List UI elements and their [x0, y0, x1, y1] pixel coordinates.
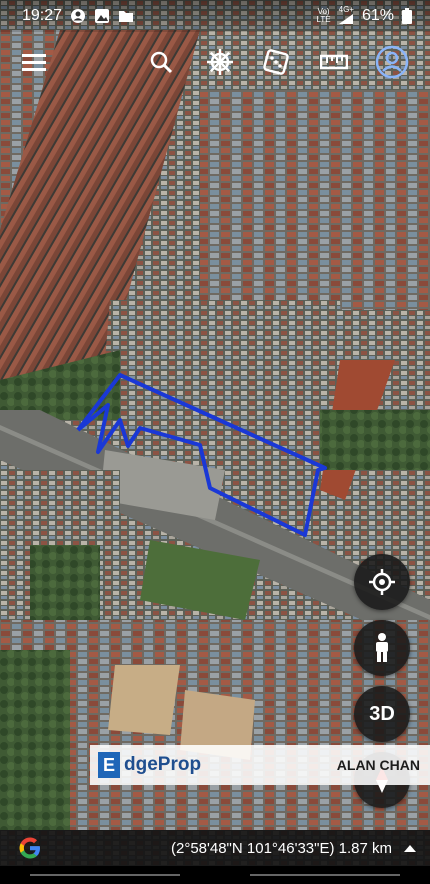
edgeprop-watermark: E dgeProp ALAN CHAN	[90, 745, 430, 785]
crosshair-icon	[369, 569, 395, 595]
view-3d-label: 3D	[369, 702, 395, 725]
account-icon[interactable]	[370, 40, 414, 84]
bottom-info-bar: (2°58'48"N 101°46'33"E) 1.87 km	[0, 830, 430, 866]
edgeprop-logo: E dgeProp	[98, 752, 201, 778]
top-toolbar	[0, 40, 430, 86]
google-logo	[19, 837, 40, 859]
status-time: 19:27	[22, 7, 63, 24]
ship-wheel-icon[interactable]	[198, 40, 242, 84]
folder-icon	[119, 11, 134, 22]
view-3d-button[interactable]: 3D	[354, 686, 410, 742]
my-location-button[interactable]	[354, 554, 410, 610]
pegman-icon	[376, 633, 388, 662]
dice-icon[interactable]	[254, 40, 298, 84]
expand-caret-icon[interactable]	[404, 844, 416, 852]
status-bar: 19:27 Vo) LTE 4G+ 61%	[0, 0, 430, 32]
gallery-icon	[95, 9, 110, 23]
coordinates-readout[interactable]: (2°58'48"N 101°46'33"E) 1.87 km	[171, 840, 392, 857]
network-indicator: 4G+	[339, 6, 354, 26]
battery-icon	[402, 8, 412, 24]
ruler-icon[interactable]	[312, 40, 356, 84]
system-nav-strip	[0, 866, 430, 884]
account-circle-icon	[71, 9, 86, 23]
agent-name: ALAN CHAN	[336, 757, 420, 773]
signal-icon	[339, 14, 354, 24]
hamburger-menu-icon[interactable]	[12, 40, 56, 84]
edgeprop-logo-mark: E	[98, 752, 120, 778]
volte-indicator: Vo) LTE	[316, 7, 331, 24]
search-icon[interactable]	[139, 40, 183, 84]
street-view-button[interactable]	[354, 620, 410, 676]
edgeprop-brand: dgeProp	[124, 754, 202, 775]
battery-percent: 61%	[361, 7, 394, 24]
